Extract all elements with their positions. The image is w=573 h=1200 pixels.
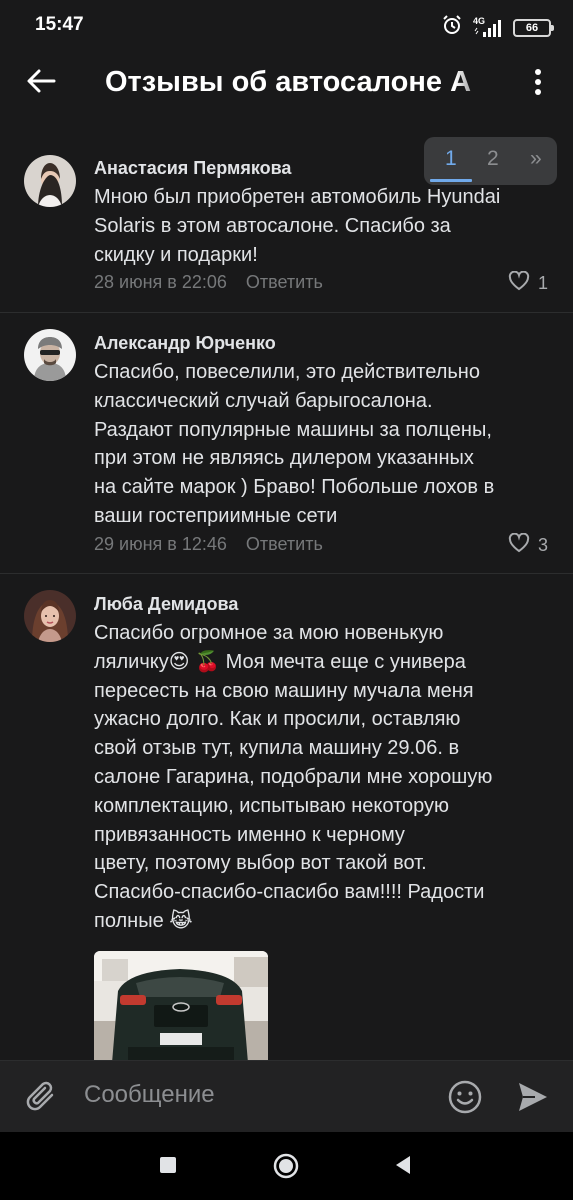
comment-author[interactable]: Анастасия Пермякова [94, 158, 291, 179]
comment-author[interactable]: Александр Юрченко [94, 333, 276, 354]
comment-line: Спасибо огромное за мою новенькую [94, 622, 444, 644]
more-vertical-icon [534, 68, 542, 100]
comment-line: ужасно долго. Как и просили, оставляю [94, 708, 461, 731]
system-nav-bar [0, 1132, 573, 1200]
comment-meta: 29 июня в 12:46 Ответить [94, 534, 323, 555]
arrow-left-icon [26, 68, 56, 99]
like-button[interactable]: 3 [508, 532, 548, 558]
status-time: 15:47 [35, 14, 84, 35]
comment-line: привязанность именно к черному [94, 823, 405, 846]
comment-line: на сайте марок ) Браво! Побольше лохов в [94, 476, 495, 499]
comment-line: при этом не являясь дилером указанных [94, 447, 474, 470]
comment-meta: 28 июня в 22:06 Ответить [94, 272, 323, 293]
comment-line: Спасибо, повеселили, это действительно [94, 361, 480, 383]
paperclip-icon[interactable] [24, 1079, 60, 1120]
comment-line: комплектацию, испытываю некоторую [94, 794, 450, 817]
message-composer: Сообщение [0, 1060, 573, 1133]
message-input[interactable]: Сообщение [84, 1081, 215, 1109]
signal-icon: 4G [473, 16, 503, 38]
battery-level: 66 [525, 21, 539, 34]
divider [0, 573, 573, 574]
heart-icon [508, 532, 530, 558]
comment-line: ляличку😍 🍒 Моя мечта еще с универа [94, 650, 466, 673]
reply-button[interactable]: Ответить [246, 534, 323, 554]
comment-line: полные 😹 [94, 909, 193, 932]
comment-line: салоне Гагарина, подобрали мне хорошую [94, 765, 493, 788]
back-nav-icon[interactable] [394, 1155, 412, 1180]
divider [0, 312, 573, 313]
page-2-button[interactable]: 2 [487, 147, 499, 171]
status-icons: 4G 66 [441, 14, 554, 41]
emoji-icon[interactable] [447, 1079, 483, 1120]
comment-line: пересесть на свою машину мучала меня [94, 679, 474, 702]
home-icon[interactable] [273, 1153, 299, 1184]
like-count: 1 [537, 273, 548, 293]
comment-date: 29 июня в 12:46 [94, 534, 227, 554]
next-page-button[interactable]: » [530, 147, 542, 171]
comment-text: Мною был приобретен автомобиль Hyundai S… [94, 183, 549, 269]
comment-line: цвету, поэтому выбор вот такой вот. [94, 852, 427, 875]
comment-line: скидку и подарки! [94, 243, 258, 266]
send-icon[interactable] [516, 1079, 550, 1120]
battery-icon: 66 [513, 18, 554, 37]
comment-date: 28 июня в 22:06 [94, 272, 227, 292]
title-fade [455, 66, 495, 102]
comment-line: ваши гостеприимные сети [94, 504, 338, 527]
header: Отзывы об автосалоне А [0, 52, 573, 116]
recent-apps-icon[interactable] [159, 1156, 177, 1179]
pagination: 1 2 » [424, 137, 557, 185]
comment-line: свой отзыв тут, купила машину 29.06. в [94, 737, 460, 760]
status-bar: 15:47 4G 66 [0, 0, 573, 52]
comment-text: Спасибо, повеселили, это действительно к… [94, 358, 549, 531]
like-button[interactable]: 1 [508, 270, 548, 296]
active-page-indicator [430, 179, 472, 182]
comment-line: Solaris в этом автосалоне. Спасибо за [94, 214, 451, 237]
attached-photo[interactable] [94, 951, 268, 1063]
comment-line: классический случай барыгосалона. [94, 389, 433, 412]
avatar[interactable] [24, 329, 76, 381]
page-title: Отзывы об автосалоне А [105, 66, 472, 98]
comment-line: Раздают популярные машины за полцены, [94, 418, 492, 441]
back-button[interactable] [26, 66, 56, 100]
like-count: 3 [537, 535, 548, 555]
heart-icon [508, 270, 530, 296]
comment-author[interactable]: Люба Демидова [94, 594, 238, 615]
comment-line: Спасибо-спасибо-спасибо вам!!!! Радости [94, 881, 485, 904]
avatar[interactable] [24, 155, 76, 207]
page-1-button[interactable]: 1 [445, 147, 457, 171]
reply-button[interactable]: Ответить [246, 272, 323, 292]
comment-line: Мною был приобретен автомобиль Hyundai [94, 186, 501, 208]
comment-text: Спасибо огромное за мою новенькую ляличк… [94, 619, 549, 936]
more-button[interactable] [526, 66, 550, 102]
avatar[interactable] [24, 590, 76, 642]
alarm-icon [441, 14, 463, 41]
